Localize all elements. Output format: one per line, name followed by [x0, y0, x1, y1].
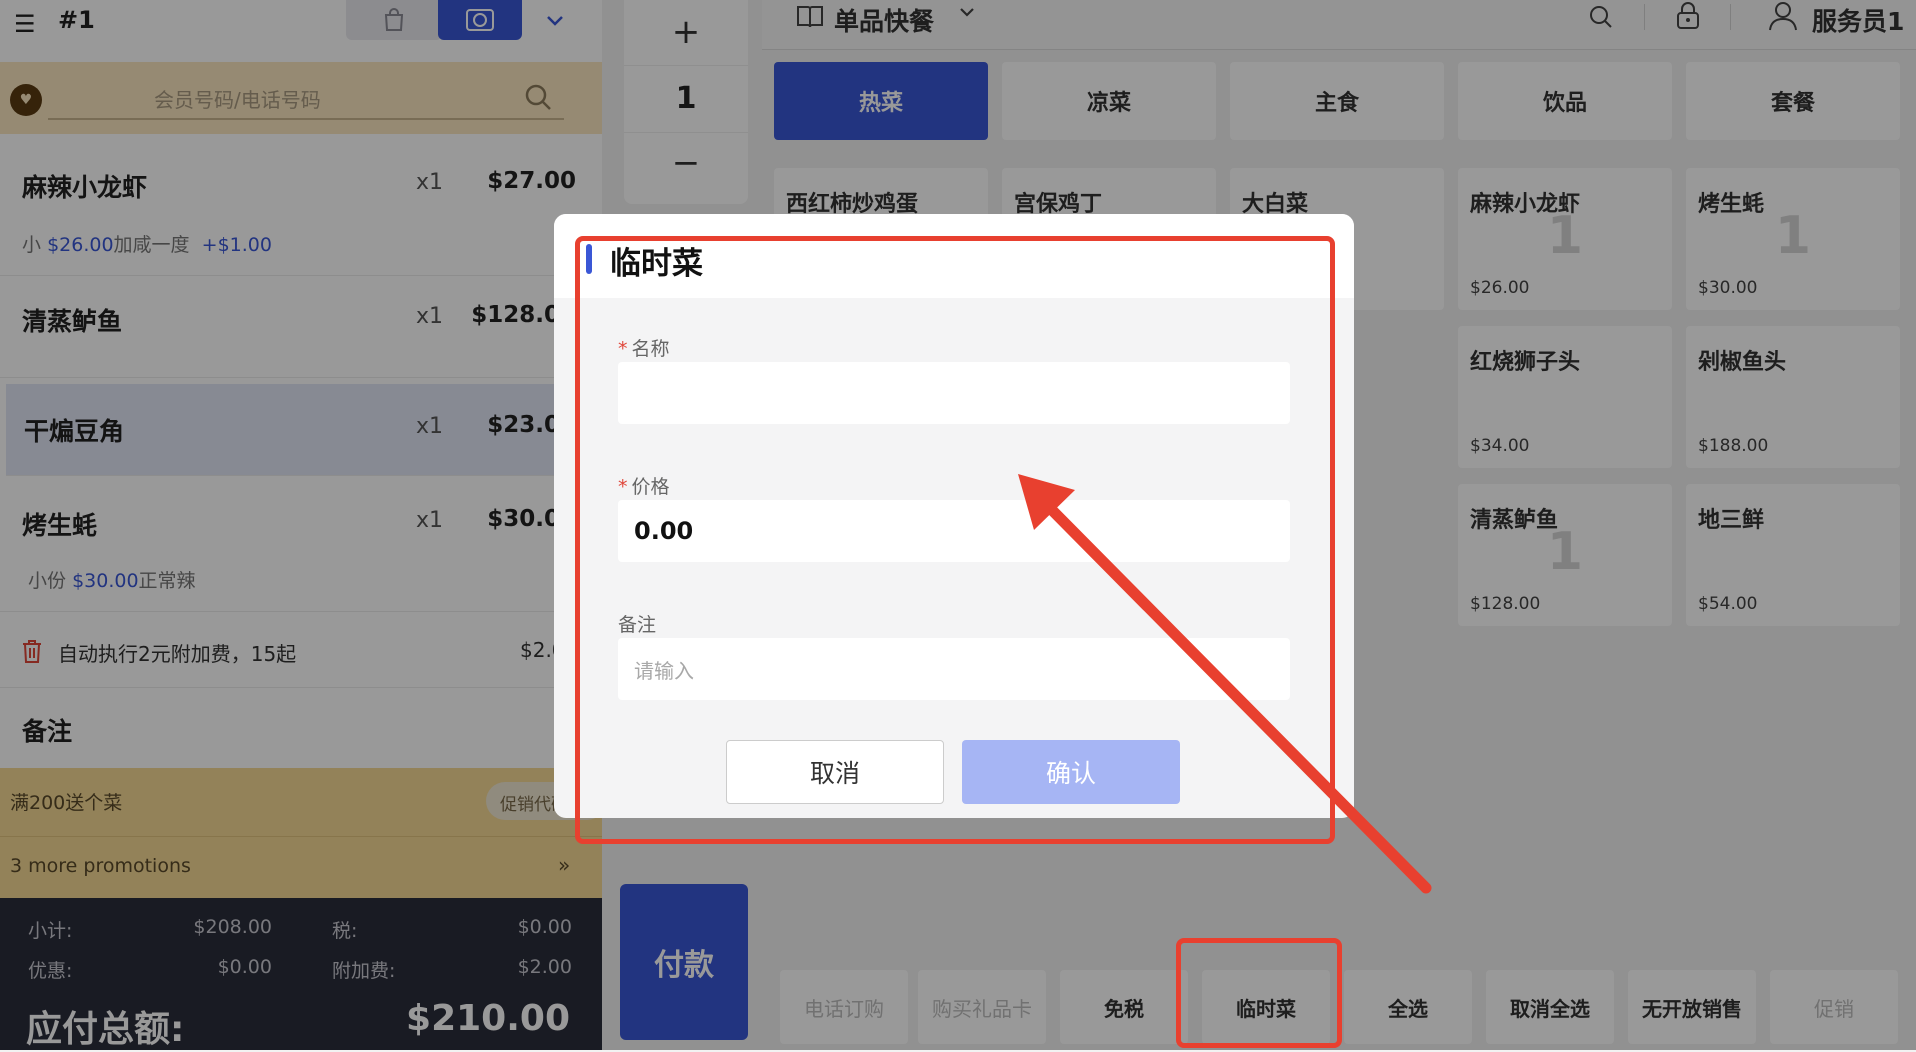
annotation-arrow-icon — [1018, 474, 1432, 894]
